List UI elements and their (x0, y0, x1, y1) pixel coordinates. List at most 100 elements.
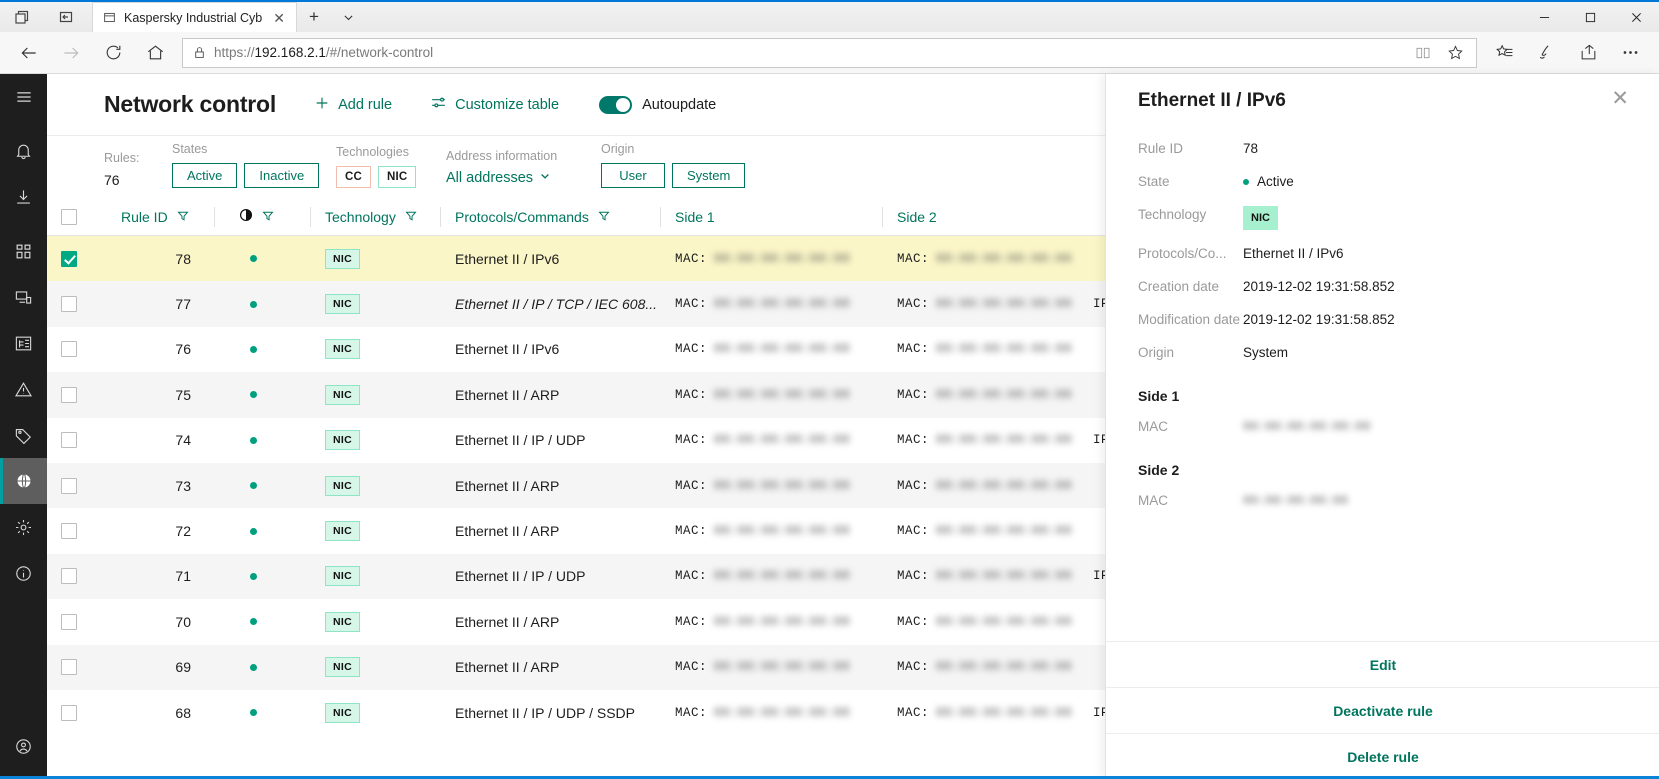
panel-field-key: Rule ID (1138, 140, 1243, 158)
filter-tech-cc[interactable]: CC (336, 166, 371, 188)
events-icon[interactable] (0, 366, 47, 412)
more-ellipsis-icon[interactable] (1609, 34, 1651, 72)
home-icon[interactable] (134, 34, 176, 72)
row-checkbox[interactable] (61, 705, 77, 721)
set-tabs-aside-icon[interactable] (44, 2, 88, 32)
chevron-down-icon[interactable] (331, 2, 365, 32)
favorites-hub-icon[interactable] (1483, 34, 1525, 72)
delete-rule-button[interactable]: Delete rule (1106, 733, 1659, 779)
cell-rule-id: 69 (95, 645, 215, 690)
refresh-icon[interactable] (92, 34, 134, 72)
settings-icon[interactable] (0, 504, 47, 550)
panel-field-value: 2019-12-02 19:31:58.852 (1243, 278, 1395, 296)
side1-mac-value: 00:00:00:00:00:00 (714, 479, 850, 493)
side2-mac-value: 00:00:00:00:00:00 (936, 569, 1072, 583)
row-checkbox[interactable] (61, 341, 77, 357)
filter-icon[interactable] (262, 209, 274, 225)
filter-state-active[interactable]: Active (172, 163, 237, 188)
chevron-down-icon (539, 170, 551, 186)
row-checkbox[interactable] (61, 659, 77, 675)
share-icon[interactable] (1567, 34, 1609, 72)
filter-icon[interactable] (598, 209, 610, 225)
row-checkbox[interactable] (61, 387, 77, 403)
cell-protocols: Ethernet II / ARP (441, 372, 661, 417)
column-technology[interactable]: Technology (311, 198, 441, 236)
tags-icon[interactable] (0, 412, 47, 458)
filter-origin-user[interactable]: User (601, 163, 665, 188)
new-tab-button[interactable]: + (297, 2, 331, 32)
star-icon[interactable] (1440, 39, 1470, 67)
row-select-cell (47, 599, 95, 644)
cell-rule-id: 73 (95, 463, 215, 508)
row-checkbox[interactable] (61, 523, 77, 539)
side2-mac-value: 00:00:00:00:00:00 (936, 479, 1072, 493)
user-account-icon[interactable] (0, 723, 47, 769)
toggle-switch[interactable] (599, 96, 632, 114)
column-side2-label: Side 2 (897, 209, 937, 225)
state-active-dot (250, 618, 257, 625)
edit-button[interactable]: Edit (1106, 641, 1659, 687)
web-notes-icon[interactable] (1525, 34, 1567, 72)
row-checkbox[interactable] (61, 478, 77, 494)
column-protocols[interactable]: Protocols/Commands (441, 198, 661, 236)
row-checkbox[interactable] (61, 614, 77, 630)
close-tab-icon[interactable]: ✕ (270, 9, 288, 27)
customize-table-button[interactable]: Customize table (430, 94, 559, 115)
panel-field-value: Active (1257, 173, 1294, 191)
close-window-icon[interactable] (1613, 2, 1659, 32)
filter-state-inactive[interactable]: Inactive (244, 163, 319, 188)
state-active-dot (250, 346, 257, 353)
select-all-checkbox[interactable] (61, 209, 77, 225)
side2-mac-value: 00:00:00:00:00:00 (936, 388, 1072, 402)
cell-side1: MAC:00:00:00:00:00:00 (661, 599, 883, 644)
tab-preview-icon[interactable] (0, 2, 44, 32)
rule-detail-panel: Ethernet II / IPv6 ✕ Rule ID78StateActiv… (1105, 74, 1659, 779)
row-checkbox[interactable] (61, 432, 77, 448)
row-checkbox[interactable] (61, 568, 77, 584)
cell-technology: NIC (311, 327, 441, 372)
notifications-icon[interactable] (0, 128, 47, 174)
address-bar[interactable]: https://192.168.2.1/#/network-control (182, 38, 1477, 68)
cell-protocols: Ethernet II / IPv6 (441, 236, 661, 281)
panel-field-row: Modification date2019-12-02 19:31:58.852 (1138, 311, 1627, 329)
cell-state (215, 508, 311, 553)
address-filter-dropdown[interactable]: All addresses (446, 170, 551, 188)
panel-field-key: State (1138, 173, 1243, 191)
protocols-text: Ethernet II / ARP (455, 478, 660, 494)
column-rule-id[interactable]: Rule ID (95, 198, 215, 236)
topology-icon[interactable] (0, 320, 47, 366)
protocols-text: Ethernet II / IP / UDP (455, 568, 660, 584)
mac-label: MAC: (897, 706, 929, 720)
column-state[interactable] (215, 198, 311, 236)
filter-tech-nic[interactable]: NIC (378, 166, 416, 188)
filter-origin-system[interactable]: System (672, 163, 745, 188)
filter-icon[interactable] (177, 209, 189, 225)
row-checkbox[interactable] (61, 251, 77, 267)
menu-icon[interactable] (0, 74, 47, 120)
forward-arrow-icon[interactable] (50, 34, 92, 72)
about-icon[interactable] (0, 550, 47, 596)
downloads-icon[interactable] (0, 174, 47, 220)
assets-icon[interactable] (0, 274, 47, 320)
browser-tab[interactable]: Kaspersky Industrial Cyb ✕ (92, 2, 297, 32)
dashboard-icon[interactable] (0, 228, 47, 274)
technology-badge: NIC (325, 521, 360, 541)
minimize-icon[interactable] (1521, 2, 1567, 32)
row-select-cell (47, 281, 95, 326)
close-icon[interactable]: ✕ (1611, 90, 1629, 108)
sidebar-item-network-control[interactable] (0, 458, 47, 504)
row-checkbox[interactable] (61, 296, 77, 312)
filter-icon[interactable] (405, 209, 417, 225)
page-icon (103, 11, 116, 24)
technology-badge: NIC (325, 476, 360, 496)
back-arrow-icon[interactable] (8, 34, 50, 72)
column-side1[interactable]: Side 1 (661, 198, 883, 236)
deactivate-rule-button[interactable]: Deactivate rule (1106, 687, 1659, 733)
cell-protocols: Ethernet II / ARP (441, 508, 661, 553)
mac-label: MAC: (897, 297, 929, 311)
add-rule-button[interactable]: Add rule (314, 95, 392, 115)
cell-protocols: Ethernet II / ARP (441, 645, 661, 690)
maximize-icon[interactable] (1567, 2, 1613, 32)
autoupdate-toggle[interactable]: Autoupdate (599, 96, 716, 114)
reading-view-icon[interactable] (1408, 39, 1438, 67)
